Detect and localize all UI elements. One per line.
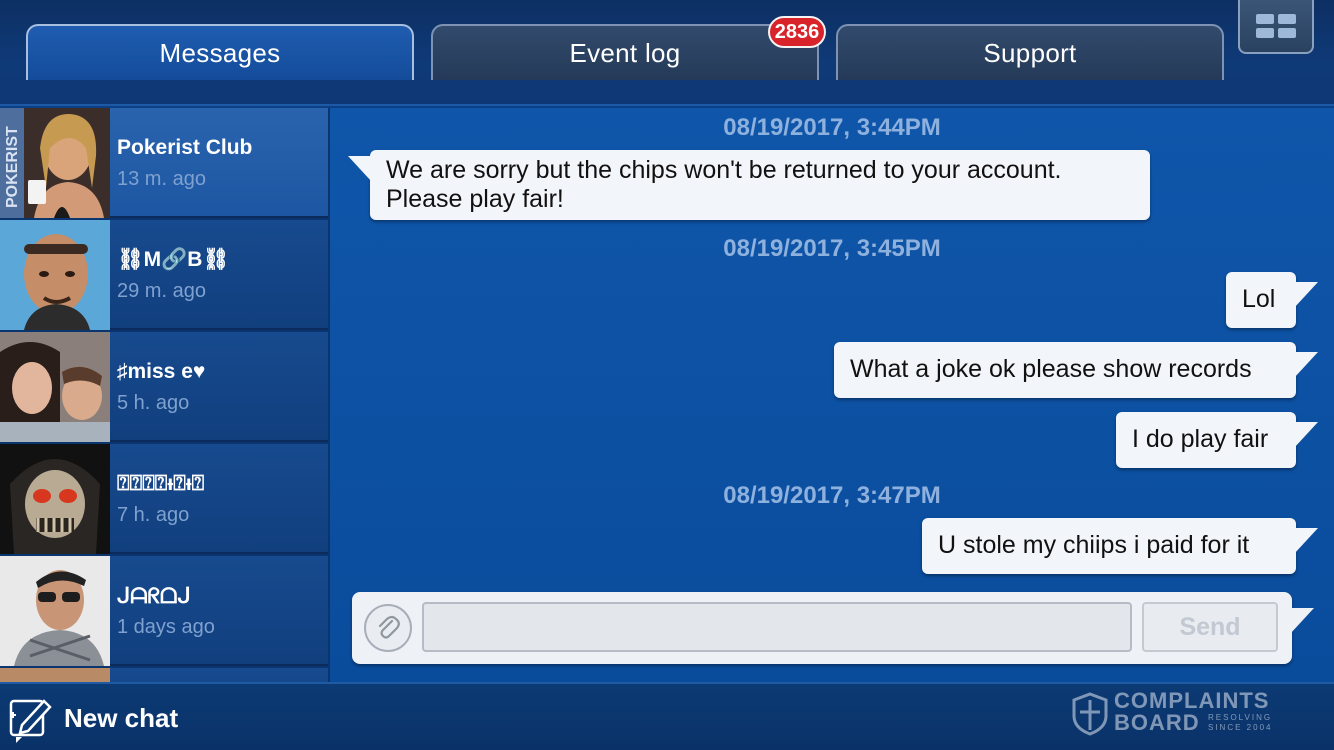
watermark-tagline: RESOLVING SINCE 2004 — [1208, 713, 1273, 732]
tab-messages-label: Messages — [159, 37, 281, 68]
new-chat-label: New chat — [64, 702, 179, 733]
contact-time: 13 m. ago — [117, 168, 206, 190]
avatar-brand-text: POKERIST — [4, 126, 21, 208]
outgoing-message: Lol — [1226, 272, 1318, 328]
contact-list: POKERIST Pokerist Club 13 m. ago ⛓M🔗B⛓ 2… — [0, 108, 330, 682]
message-text: What a joke ok please show records — [850, 355, 1252, 383]
contact-time: 5 h. ago — [117, 392, 190, 414]
top-bar: Messages Event log 2836 Support — [0, 0, 1334, 106]
contact-item[interactable]: ⛓M🔗B⛓ 29 m. ago — [0, 220, 328, 330]
paperclip-icon — [378, 615, 400, 639]
shield-icon — [1072, 692, 1108, 736]
incoming-message: We are sorry but the chips won't be retu… — [348, 150, 1150, 220]
contact-time: 1 days ago — [117, 616, 215, 638]
contact-name: Pokerist Club — [117, 136, 253, 159]
avatar — [0, 444, 110, 554]
compose-icon — [9, 699, 52, 743]
contact-item[interactable]: ♯miss e♥ 5 h. ago — [0, 332, 328, 442]
contact-item[interactable]: POKERIST Pokerist Club 13 m. ago — [0, 108, 328, 218]
avatar — [0, 332, 110, 442]
contact-time: 7 h. ago — [117, 504, 190, 526]
message-timestamp: 08/19/2017, 3:45PM — [723, 235, 941, 262]
outgoing-message: I do play fair — [1116, 412, 1318, 468]
message-text: U stole my chiips i paid for it — [938, 531, 1250, 559]
contact-time: 29 m. ago — [117, 280, 206, 302]
contact-name: ⛓M🔗B⛓ — [117, 248, 230, 271]
message-text: I do play fair — [1132, 425, 1269, 453]
new-chat-button[interactable]: New chat — [8, 690, 208, 746]
message-text: We are sorry but the chips won't be retu… — [386, 156, 1062, 184]
grid-menu-icon — [1256, 14, 1296, 38]
outgoing-message: U stole my chiips i paid for it — [922, 518, 1318, 574]
avatar — [0, 220, 110, 330]
contact-item[interactable] — [0, 668, 328, 682]
message-text: Please play fair! — [386, 185, 564, 213]
avatar — [0, 556, 110, 666]
message-timestamp: 08/19/2017, 3:44PM — [723, 114, 941, 141]
contact-name: ⍰⍰⍰⍰ᵻ⍰ᵻ⍰ — [117, 472, 205, 495]
message-input[interactable] — [422, 602, 1132, 652]
tab-messages[interactable]: Messages — [26, 24, 414, 80]
contact-name: ♯miss e♥ — [117, 360, 206, 383]
chat-panel: 08/19/2017, 3:44PM We are sorry but the … — [330, 108, 1334, 682]
contact-name: ᒍᗩᖇᗝᒍ — [117, 585, 191, 608]
attach-button[interactable] — [364, 604, 412, 652]
message-composer: Send — [352, 592, 1314, 664]
complaints-board-watermark: COMPLAINTS BOARD RESOLVING SINCE 2004 — [1072, 688, 1292, 748]
message-text: Lol — [1242, 285, 1276, 313]
tab-event-log[interactable]: Event log — [431, 24, 819, 80]
bottom-bar: New chat COMPLAINTS BOARD RESOLVING SINC… — [0, 682, 1334, 750]
contact-item[interactable]: ⍰⍰⍰⍰ᵻ⍰ᵻ⍰ 7 h. ago — [0, 444, 328, 554]
watermark-text: BOARD — [1114, 710, 1200, 735]
message-timestamp: 08/19/2017, 3:47PM — [723, 482, 941, 509]
avatar: POKERIST — [0, 108, 110, 218]
send-button[interactable]: Send — [1142, 602, 1278, 652]
tab-event-log-label: Event log — [569, 37, 681, 68]
event-log-badge: 2836 — [768, 16, 826, 48]
avatar — [0, 668, 110, 682]
contact-item[interactable]: ᒍᗩᖇᗝᒍ 1 days ago — [0, 556, 328, 666]
outgoing-message: What a joke ok please show records — [834, 342, 1318, 398]
tab-support[interactable]: Support — [836, 24, 1224, 80]
tab-support-label: Support — [983, 37, 1077, 68]
menu-button[interactable] — [1238, 0, 1314, 54]
